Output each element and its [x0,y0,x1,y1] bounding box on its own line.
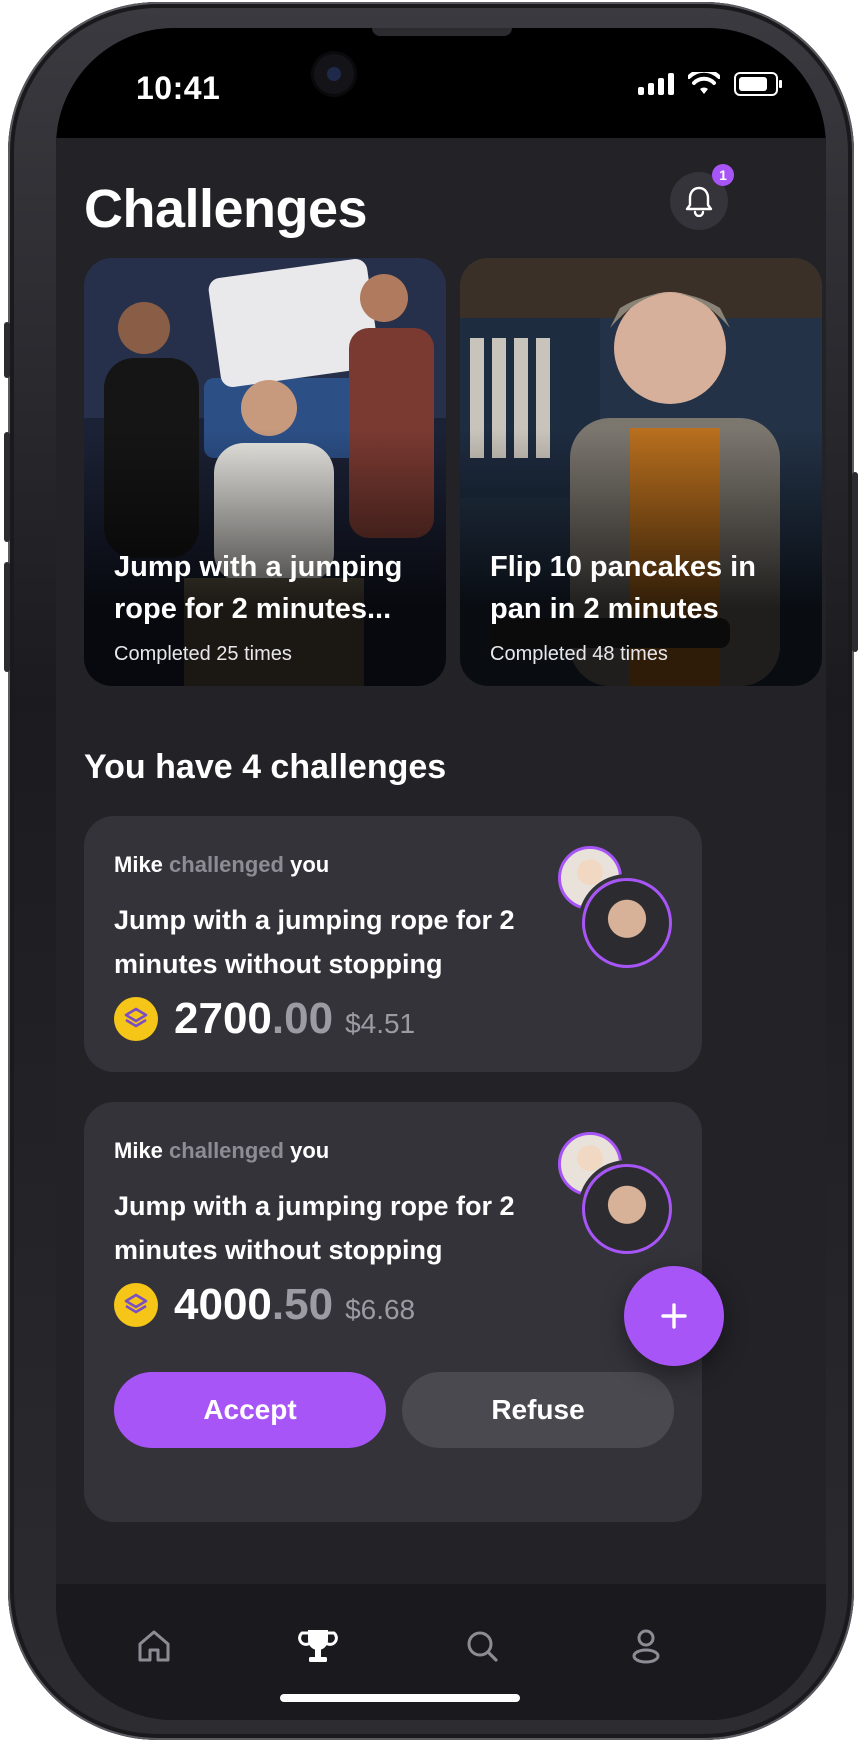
featured-card[interactable]: Flip 10 pancakes in pan in 2 minutes Com… [460,258,822,686]
refuse-button[interactable]: Refuse [402,1372,674,1448]
reward-amount: 4000.50 [174,1280,334,1329]
search-icon [467,1631,498,1662]
home-indicator [280,1694,520,1702]
featured-title: Jump with a jumping rope for 2 minutes..… [114,551,403,625]
participant-avatars [558,846,672,970]
status-bar: 10:41 [56,28,826,138]
side-button [4,322,10,378]
reward-usd: $4.51 [345,1008,416,1039]
challenger-target: you [290,1138,330,1163]
trophy-icon [298,1630,338,1662]
signal-icon [638,73,674,95]
challenger-line: Mike challenged you [114,852,329,878]
featured-subtitle: Completed 25 times [114,643,292,665]
profile-icon [632,1629,660,1664]
tab-challenges[interactable] [288,1616,348,1676]
challenge-description: Jump with a jumping rope for 2 minutes w… [114,1191,515,1265]
challenge-card[interactable]: Mike challenged you Jump with a jumping … [84,816,702,1072]
participant-avatars [558,1132,672,1256]
plus-icon [661,1303,687,1329]
accept-button[interactable]: Accept [114,1372,386,1448]
bell-icon [685,186,713,217]
page-title: Challenges [84,179,368,239]
front-camera [314,54,354,94]
notifications-button[interactable]: 1 [670,164,734,230]
challenge-card[interactable]: Mike challenged you Jump with a jumping … [84,1102,702,1522]
add-challenge-button[interactable] [624,1266,724,1366]
side-button [4,562,10,672]
challenger-verb: challenged [169,852,284,877]
featured-card[interactable]: Jump with a jumping rope for 2 minutes..… [84,258,446,686]
featured-title: Flip 10 pancakes in pan in 2 minutes [490,551,756,625]
side-button [852,472,858,652]
avatar [582,1164,672,1254]
app-content: Challenges 1 Jump with a jumping rope fo… [56,138,826,1720]
tab-home[interactable] [124,1616,184,1676]
reward-usd: $6.68 [345,1294,416,1325]
notification-badge: 1 [712,164,734,186]
featured-subtitle: Completed 48 times [490,643,668,665]
home-icon [138,1630,170,1662]
challenger-name: Mike [114,852,163,877]
side-button [4,432,10,542]
featured-carousel[interactable]: Jump with a jumping rope for 2 minutes..… [84,258,826,688]
reward-row: 2700.00 $4.51 [114,994,415,1044]
wifi-icon [688,72,720,94]
reward-amount: 2700.00 [174,994,334,1043]
speaker-grille [372,28,512,36]
coin-icon [114,1283,158,1327]
challenge-description: Jump with a jumping rope for 2 minutes w… [114,905,515,979]
tab-bar [56,1584,826,1720]
challenger-line: Mike challenged you [114,1138,329,1164]
screen: 10:41 Challenges 1 Jump with a jumping r… [56,28,826,1720]
status-icons [638,72,782,96]
avatar [582,878,672,968]
challenger-target: you [290,852,330,877]
coin-icon [114,997,158,1041]
phone-frame: 10:41 Challenges 1 Jump with a jumping r… [4,2,858,1740]
challenger-verb: challenged [169,1138,284,1163]
challenger-name: Mike [114,1138,163,1163]
section-title: You have 4 challenges [84,748,447,786]
battery-icon [734,72,782,96]
tab-search[interactable] [452,1616,512,1676]
status-time: 10:41 [136,70,221,106]
tab-profile[interactable] [616,1616,676,1676]
reward-row: 4000.50 $6.68 [114,1280,415,1330]
